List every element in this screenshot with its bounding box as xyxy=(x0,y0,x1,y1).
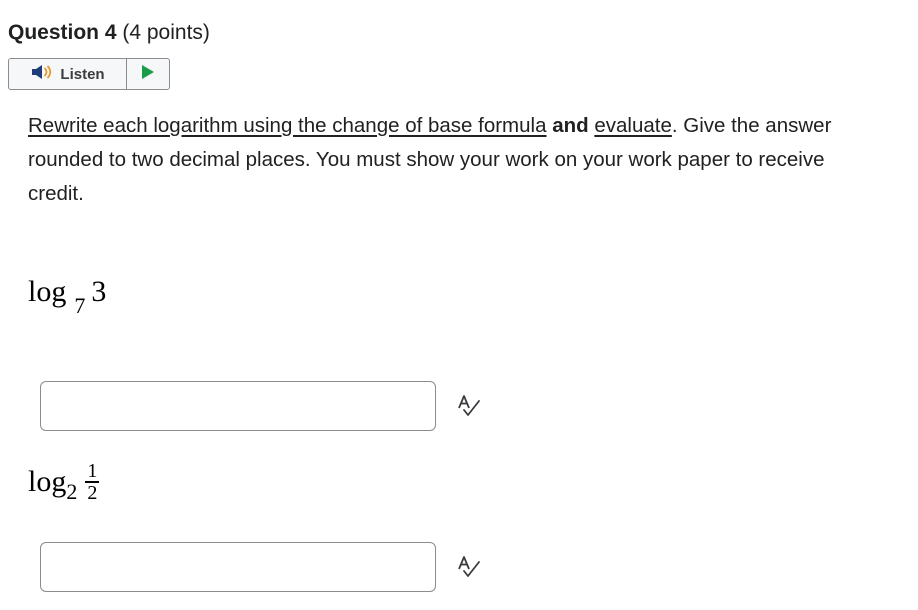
play-button[interactable] xyxy=(127,59,169,89)
log-argument: 3 xyxy=(91,275,107,308)
question-points: (4 points) xyxy=(122,21,210,44)
spellcheck-icon[interactable] xyxy=(456,554,482,580)
instruction-underlined-1: Rewrite each logarithm using the change … xyxy=(28,114,547,137)
speaker-icon xyxy=(30,64,54,84)
fraction-denominator: 2 xyxy=(87,481,98,504)
fraction-numerator: 1 xyxy=(87,460,98,483)
question-title: Question 4 xyxy=(8,21,117,44)
log-base: 2 xyxy=(66,479,78,504)
log-text: log xyxy=(28,275,67,308)
instruction-bold-and: and xyxy=(552,114,589,137)
listen-toolbar: Listen xyxy=(8,58,170,90)
listen-label: Listen xyxy=(60,65,105,83)
play-icon xyxy=(141,64,155,85)
log-base: 7 xyxy=(74,293,86,318)
fraction: 1 2 xyxy=(85,460,100,504)
answer-input-1[interactable] xyxy=(40,381,436,431)
problem-2-expression: log 2 1 2 xyxy=(28,460,100,504)
spellcheck-icon[interactable] xyxy=(456,393,482,419)
question-header: Question 4 (4 points) xyxy=(8,20,210,46)
listen-button[interactable]: Listen xyxy=(9,59,127,89)
answer-input-2[interactable] xyxy=(40,542,436,592)
question-instructions: Rewrite each logarithm using the change … xyxy=(28,109,868,211)
problem-1-expression: log 7 3 xyxy=(28,272,107,318)
instruction-underlined-2: evaluate xyxy=(594,114,672,137)
log-text: log xyxy=(28,465,67,498)
